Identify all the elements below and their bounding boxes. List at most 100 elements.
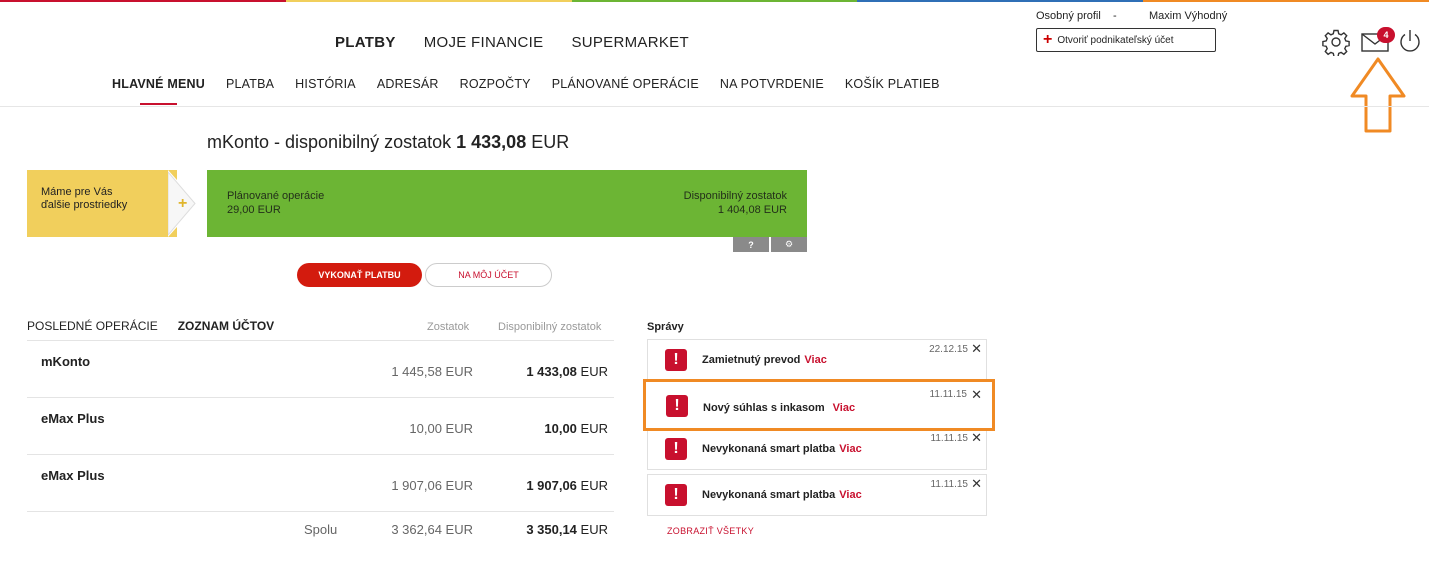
gear-icon[interactable] bbox=[1322, 28, 1350, 56]
account-summary-currency: EUR bbox=[531, 132, 570, 152]
available-balance-label: Disponibilný zostatok bbox=[683, 190, 787, 202]
message-more-link[interactable]: Viac bbox=[804, 354, 826, 366]
account-name: eMax Plus bbox=[41, 411, 105, 426]
close-icon[interactable]: ✕ bbox=[971, 430, 982, 446]
message-item[interactable]: ! Nevykonaná smart platba Viac 11.11.15 ✕ bbox=[647, 474, 987, 516]
tab-recent-operations[interactable]: POSLEDNÉ OPERÁCIE bbox=[27, 319, 158, 333]
message-item[interactable]: ! Zamietnutý prevod Viac 22.12.15 ✕ bbox=[647, 339, 987, 381]
account-summary-title: mKonto - disponibilný zostatok 1 433,08 … bbox=[207, 132, 569, 153]
alert-icon: ! bbox=[665, 438, 687, 460]
message-subject: Zamietnutý prevod bbox=[702, 354, 801, 366]
open-business-account-label: Otvoriť podnikateľský účet bbox=[1057, 34, 1174, 46]
account-available-currency: EUR bbox=[580, 478, 608, 493]
main-nav-moje-financie[interactable]: MOJE FINANCIE bbox=[424, 34, 544, 51]
message-subject: Nevykonaná smart platba bbox=[702, 489, 836, 501]
balance-bar: Plánované operácie 29,00 EUR Disponibiln… bbox=[207, 170, 807, 237]
bar-settings-button[interactable]: ⚙ bbox=[771, 237, 807, 252]
account-summary-amount: 1 433,08 bbox=[456, 132, 527, 152]
promo-plus-icon[interactable]: + bbox=[168, 170, 198, 237]
message-date: 22.12.15 bbox=[929, 344, 968, 355]
message-date: 11.11.15 bbox=[929, 389, 967, 400]
total-balance: 3 362,64 EUR bbox=[391, 522, 473, 537]
available-balance: Disponibilný zostatok 1 404,08 EUR bbox=[684, 190, 787, 218]
account-name: eMax Plus bbox=[41, 468, 105, 483]
sub-nav-na-potvrdenie[interactable]: NA POTVRDENIE bbox=[720, 77, 824, 105]
account-available: 1 907,06 EUR bbox=[526, 478, 608, 493]
open-business-account-button[interactable]: + Otvoriť podnikateľský účet bbox=[1036, 28, 1216, 52]
sub-nav-kosik-platieb[interactable]: KOŠÍK PLATIEB bbox=[845, 77, 940, 105]
sub-nav: HLAVNÉ MENU PLATBA HISTÓRIA ADRESÁR ROZP… bbox=[112, 77, 940, 105]
show-all-messages-link[interactable]: ZOBRAZIŤ VŠETKY bbox=[667, 526, 754, 536]
promo-text: Máme pre Vás ďalšie prostriedky bbox=[41, 186, 128, 212]
brand-stripe-green bbox=[571, 0, 858, 2]
close-icon[interactable]: ✕ bbox=[971, 476, 982, 492]
sub-nav-adresar[interactable]: ADRESÁR bbox=[377, 77, 439, 105]
alert-icon: ! bbox=[665, 484, 687, 506]
account-name: mKonto bbox=[41, 354, 91, 369]
message-text: Nevykonaná smart platba Viac bbox=[702, 443, 862, 455]
brand-stripe-red bbox=[0, 0, 286, 2]
planned-operations[interactable]: Plánované operácie 29,00 EUR bbox=[227, 190, 324, 218]
promo-banner[interactable]: Máme pre Vás ďalšie prostriedky bbox=[27, 170, 177, 237]
message-date: 11.11.15 bbox=[930, 433, 968, 444]
account-available-amount: 1 433,08 bbox=[526, 364, 577, 379]
planned-operations-value: 29,00 EUR bbox=[227, 203, 281, 216]
sub-nav-planovane-operacie[interactable]: PLÁNOVANÉ OPERÁCIE bbox=[552, 77, 699, 105]
close-icon[interactable]: ✕ bbox=[971, 341, 982, 357]
column-header-available: Disponibilný zostatok bbox=[498, 321, 602, 333]
message-text: Zamietnutý prevod Viac bbox=[702, 354, 827, 366]
power-icon[interactable] bbox=[1397, 28, 1423, 54]
nav-divider bbox=[0, 106, 1429, 107]
account-available-currency: EUR bbox=[580, 421, 608, 436]
message-date: 11.11.15 bbox=[930, 479, 968, 490]
execute-payment-button[interactable]: VYKONAŤ PLATBU bbox=[297, 263, 422, 287]
sub-nav-platba[interactable]: PLATBA bbox=[226, 77, 274, 105]
account-row[interactable]: eMax Plus 1 907,06 EUR 1 907,06 EUR bbox=[27, 454, 614, 511]
message-item-highlighted[interactable]: ! Nový súhlas s inkasom Viac 11.11.15 ✕ bbox=[643, 379, 995, 431]
sub-nav-rozpocty[interactable]: ROZPOČTY bbox=[460, 77, 531, 105]
sub-nav-historia[interactable]: HISTÓRIA bbox=[295, 77, 356, 105]
total-label: Spolu bbox=[304, 522, 338, 537]
sub-nav-hlavne-menu[interactable]: HLAVNÉ MENU bbox=[112, 77, 205, 105]
message-more-link[interactable]: Viac bbox=[839, 443, 861, 455]
total-available-amount: 3 350,14 bbox=[526, 522, 577, 537]
message-more-link[interactable]: Viac bbox=[833, 402, 855, 414]
alert-icon: ! bbox=[665, 349, 687, 371]
main-nav-platby[interactable]: PLATBY bbox=[335, 34, 396, 51]
brand-stripe-yellow bbox=[285, 0, 572, 2]
profile-name[interactable]: Maxim Výhodný bbox=[1149, 10, 1227, 22]
account-available-amount: 10,00 bbox=[544, 421, 577, 436]
promo-plus-glyph: + bbox=[178, 195, 187, 212]
plus-icon: + bbox=[1043, 31, 1053, 48]
balance-bar-tools: ? ⚙ bbox=[733, 237, 807, 252]
message-text: Nový súhlas s inkasom Viac bbox=[703, 402, 855, 414]
message-subject: Nevykonaná smart platba bbox=[702, 443, 836, 455]
account-balance: 1 445,58 EUR bbox=[391, 364, 473, 379]
help-button[interactable]: ? bbox=[733, 237, 769, 252]
column-header-balance: Zostatok bbox=[427, 321, 470, 333]
main-nav-supermarket[interactable]: SUPERMARKET bbox=[571, 34, 689, 51]
profile-label: Osobný profil - bbox=[1036, 10, 1117, 22]
planned-operations-label: Plánované operácie bbox=[227, 190, 325, 202]
main-nav: PLATBY MOJE FINANCIE SUPERMARKET bbox=[335, 34, 689, 51]
account-available: 10,00 EUR bbox=[544, 421, 608, 436]
tab-account-list[interactable]: ZOZNAM ÚČTOV bbox=[178, 319, 274, 333]
accounts-total-row: Spolu 3 362,64 EUR 3 350,14 EUR bbox=[27, 511, 614, 545]
message-text: Nevykonaná smart platba Viac bbox=[702, 489, 862, 501]
message-item[interactable]: ! Nevykonaná smart platba Viac 11.11.15 ✕ bbox=[647, 428, 987, 470]
brand-stripe-blue bbox=[857, 0, 1144, 2]
close-icon[interactable]: ✕ bbox=[971, 387, 982, 403]
unread-messages-badge[interactable]: 4 bbox=[1377, 27, 1395, 43]
message-more-link[interactable]: Viac bbox=[839, 489, 861, 501]
account-balance: 1 907,06 EUR bbox=[391, 478, 473, 493]
brand-color-strip bbox=[0, 0, 1429, 2]
account-row[interactable]: mKonto 1 445,58 EUR 1 433,08 EUR bbox=[27, 340, 614, 397]
account-available-amount: 1 907,06 bbox=[526, 478, 577, 493]
account-summary-prefix: mKonto - disponibilný zostatok bbox=[207, 132, 452, 152]
to-my-account-button[interactable]: NA MÔJ ÚČET bbox=[425, 263, 552, 287]
account-row[interactable]: eMax Plus 10,00 EUR 10,00 EUR bbox=[27, 397, 614, 454]
available-balance-value: 1 404,08 EUR bbox=[717, 203, 787, 216]
messages-title: Správy bbox=[647, 321, 684, 333]
account-available-currency: EUR bbox=[580, 364, 608, 379]
total-available-currency: EUR bbox=[580, 522, 608, 537]
